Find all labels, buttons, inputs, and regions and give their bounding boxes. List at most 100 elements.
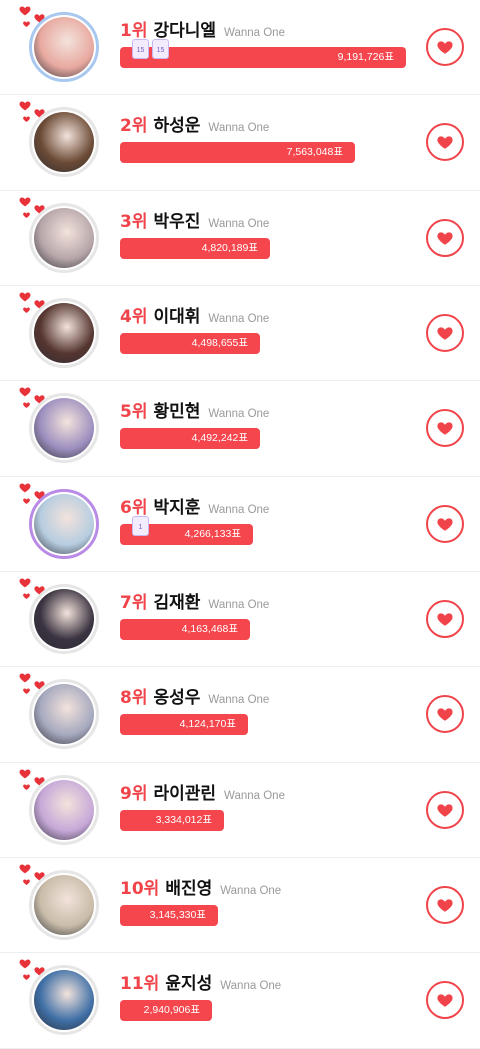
avatar-photo (34, 17, 94, 77)
heart-icon (437, 804, 453, 817)
vote-heart-button[interactable] (426, 886, 464, 925)
vote-count: 4,266,133표 (184, 527, 241, 540)
group-name: Wanna One (224, 27, 285, 39)
rank-label: 11위 (120, 974, 160, 995)
ranking-row[interactable]: 9위 라이관린 Wanna One 3,334,012표 (0, 762, 480, 859)
avatar[interactable] (29, 584, 99, 655)
vote-heart-button[interactable] (426, 790, 464, 829)
group-name: Wanna One (208, 599, 270, 612)
title-line: 8위 옹성우 Wanna One (120, 683, 269, 708)
ranking-row[interactable]: 8위 옹성우 Wanna One 4,124,170표 (0, 667, 480, 763)
group-name: Wanna One (220, 980, 282, 993)
avatar-photo (34, 875, 94, 936)
vote-count: 9,191,726표 (337, 51, 394, 63)
avatar[interactable] (29, 298, 99, 369)
vote-heart-button[interactable] (426, 218, 464, 257)
vote-heart-button[interactable] (426, 981, 464, 1020)
heart-icon (437, 899, 453, 912)
avatar-photo (34, 398, 94, 459)
vote-heart-button[interactable] (426, 504, 464, 543)
vote-count: 2,940,906표 (143, 1004, 200, 1017)
avatar[interactable] (29, 107, 99, 178)
heart-icon (437, 422, 453, 436)
avatar[interactable] (29, 488, 99, 559)
group-name: Wanna One (220, 885, 282, 898)
title-line: 10위 배진영 Wanna One (120, 874, 281, 899)
title-line: 11위 윤지성 Wanna One (120, 969, 281, 994)
ranking-row[interactable]: 6위 박지훈 Wanna One 4,266,133표 1 (0, 476, 480, 573)
title-line: 1위 강다니엘 Wanna One (120, 16, 285, 41)
vote-count: 4,492,242표 (191, 432, 248, 445)
member-name: 이대휘 (153, 307, 201, 328)
vote-count: 4,124,170표 (179, 718, 236, 731)
badge-icon: 15 (152, 39, 169, 59)
title-line: 4위 이대휘 Wanna One (120, 302, 269, 327)
title-line: 7위 김재환 Wanna One (120, 588, 269, 613)
member-name: 김재환 (153, 593, 201, 614)
vote-count: 3,334,012표 (155, 813, 212, 826)
ranking-row[interactable]: 5위 황민현 Wanna One 4,492,242표 (0, 381, 480, 477)
avatar-photo (34, 589, 94, 650)
vote-bar: 9,191,726표 15 15 (120, 39, 406, 68)
heart-icon (437, 613, 453, 626)
member-name: 황민현 (153, 402, 201, 423)
vote-count: 4,163,468표 (181, 623, 238, 636)
vote-heart-button[interactable] (426, 28, 464, 66)
ranking-row[interactable]: 10위 배진영 Wanna One 3,145,330표 (0, 858, 480, 954)
vote-heart-button[interactable] (426, 409, 464, 448)
member-name: 윤지성 (165, 974, 213, 995)
avatar[interactable] (29, 774, 99, 845)
vote-heart-button[interactable] (426, 123, 464, 162)
vote-bar: 3,145,330표 (120, 905, 218, 927)
ranking-list: 1위 강다니엘 Wanna One 9,191,726표 15 15 2위 하성운 Wanna … (0, 0, 480, 1049)
avatar[interactable] (29, 679, 99, 750)
vote-count: 4,820,189표 (201, 241, 258, 254)
vote-heart-button[interactable] (426, 314, 464, 353)
vote-heart-button[interactable] (426, 600, 464, 639)
avatar-photo (34, 970, 94, 1031)
heart-icon (437, 232, 453, 245)
rank-label: 5위 (120, 402, 148, 423)
member-name: 박지훈 (153, 497, 201, 518)
ranking-row[interactable]: 3위 박우진 Wanna One 4,820,189표 (0, 190, 480, 287)
member-name: 박우진 (153, 211, 201, 232)
avatar[interactable] (29, 870, 99, 941)
rank-label: 1위 (120, 21, 148, 41)
ranking-row[interactable]: 11위 윤지성 Wanna One 2,940,906표 (0, 953, 480, 1049)
avatar-photo (34, 207, 94, 268)
avatar[interactable] (29, 202, 99, 273)
vote-count: 3,145,330표 (149, 909, 206, 922)
badge-icon: 15 (132, 39, 149, 59)
vote-count: 7,563,048표 (286, 146, 343, 159)
group-name: Wanna One (208, 313, 270, 326)
vote-bar: 4,163,468표 (120, 619, 250, 641)
ranking-row[interactable]: 2위 하성운 Wanna One 7,563,048표 (0, 95, 480, 191)
rank-label: 3위 (120, 211, 148, 232)
ranking-row[interactable]: 4위 이대휘 Wanna One 4,498,655표 (0, 286, 480, 382)
avatar-photo (34, 493, 94, 554)
heart-icon (437, 41, 453, 54)
avatar[interactable] (29, 965, 99, 1036)
badge-icon: 1 (132, 515, 149, 536)
title-line: 6위 박지훈 Wanna One (120, 493, 269, 518)
member-name: 라이관린 (153, 783, 217, 804)
vote-count: 4,498,655표 (191, 337, 248, 350)
vote-heart-button[interactable] (426, 695, 464, 734)
vote-bar: 3,334,012표 (120, 809, 224, 831)
group-name: Wanna One (208, 217, 270, 230)
vote-bar: 4,498,655표 (120, 333, 260, 355)
group-name: Wanna One (208, 122, 270, 135)
rank-label: 8위 (120, 688, 148, 709)
avatar-photo (34, 303, 94, 364)
avatar[interactable] (29, 12, 99, 82)
ranking-row[interactable]: 7위 김재환 Wanna One 4,163,468표 (0, 572, 480, 668)
rank-label: 6위 (120, 497, 148, 518)
rank-label: 4위 (120, 307, 148, 328)
title-line: 2위 하성운 Wanna One (120, 111, 269, 136)
group-name: Wanna One (208, 408, 270, 421)
ranking-row[interactable]: 1위 강다니엘 Wanna One 9,191,726표 15 15 (0, 0, 480, 96)
avatar[interactable] (29, 393, 99, 464)
member-name: 배진영 (165, 879, 213, 900)
vote-bar: 2,940,906표 (120, 1000, 212, 1022)
avatar-photo (34, 779, 94, 840)
